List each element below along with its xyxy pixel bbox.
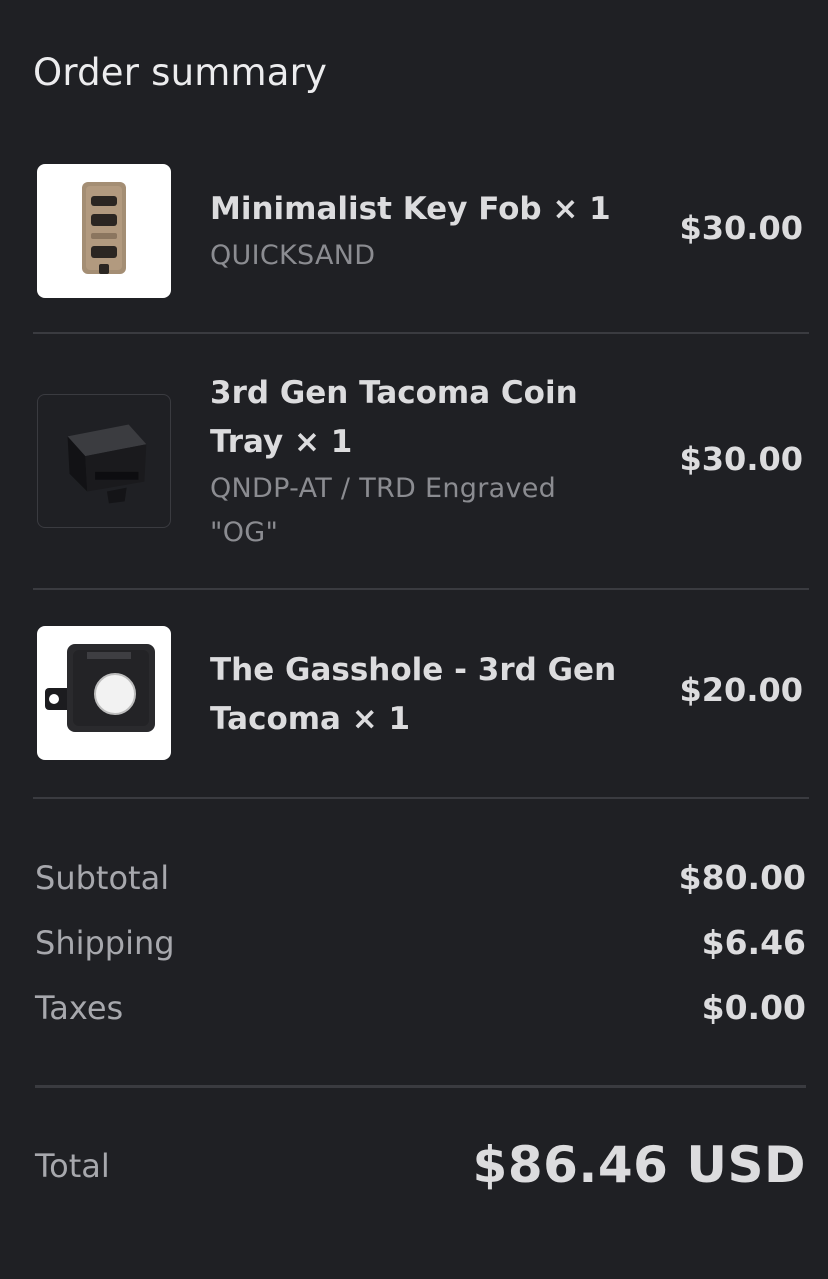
gas-door-icon: [45, 644, 155, 732]
key-fob-icon: [82, 182, 126, 274]
coin-tray-icon: [67, 424, 147, 504]
item-price: $20.00: [679, 671, 803, 709]
item-variant: QNDP-AT / TRD Engraved "OG": [210, 473, 557, 548]
item-price: $30.00: [679, 209, 803, 247]
key-fob-product-image: [37, 164, 171, 298]
line-item-coin-tray[interactable]: 3rd Gen Tacoma Coin Tray × 1 QNDP-AT / T…: [33, 369, 809, 559]
item-price: $30.00: [679, 440, 803, 478]
page-title: Order summary: [33, 51, 328, 94]
divider: [33, 332, 809, 334]
divider: [33, 588, 809, 590]
shipping-row: Shipping $6.46: [35, 918, 806, 968]
coin-tray-product-image: [37, 394, 171, 528]
total-value: $86.46 USD: [472, 1136, 806, 1194]
subtotal-value: $80.00: [678, 858, 806, 897]
divider: [33, 797, 809, 799]
taxes-row: Taxes $0.00: [35, 983, 806, 1033]
line-item-gas-door[interactable]: The Gasshole - 3rd Gen Tacoma × 1 $20.00: [33, 626, 809, 760]
divider: [35, 1085, 806, 1088]
item-name: Minimalist Key Fob × 1: [210, 191, 611, 227]
subtotal-label: Subtotal: [35, 859, 170, 897]
shipping-label: Shipping: [35, 924, 175, 962]
gas-door-product-image: [37, 626, 171, 760]
taxes-value: $0.00: [701, 988, 806, 1027]
item-name: The Gasshole - 3rd Gen Tacoma × 1: [210, 652, 617, 737]
line-item-key-fob[interactable]: Minimalist Key Fob × 1 QUICKSAND $30.00: [33, 164, 809, 298]
subtotal-row: Subtotal $80.00: [35, 853, 806, 903]
item-variant: QUICKSAND: [210, 240, 376, 271]
item-name: 3rd Gen Tacoma Coin Tray × 1: [210, 375, 578, 460]
shipping-value: $6.46: [701, 923, 806, 962]
taxes-label: Taxes: [35, 989, 124, 1027]
total-label: Total: [35, 1147, 110, 1185]
